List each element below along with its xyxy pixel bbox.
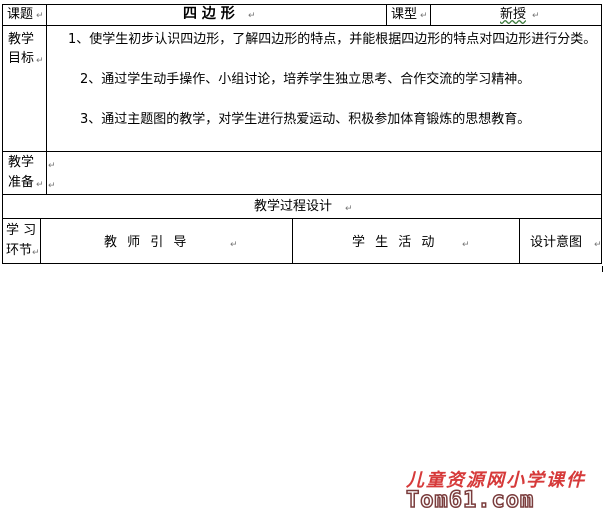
col-stage-1: 学 习: [6, 223, 37, 238]
type-label: 课型: [391, 7, 418, 22]
col-teacher: 教 师 引 导: [104, 235, 190, 250]
objective-item-3: 3、通过主题图的教学，对学生进行热爱运动、积极参加体育锻炼的思想教育。: [80, 112, 531, 127]
preparation-label-1: 教学: [8, 155, 35, 170]
objectives-label-2: 目标: [8, 51, 35, 66]
preparation-label-2: 准备: [8, 175, 35, 190]
col-student: 学 生 活 动: [352, 235, 438, 250]
process-header-row: [2, 218, 602, 264]
col-intent: 设计意图: [530, 235, 583, 250]
type-value: 新授: [500, 7, 527, 22]
objective-item-1: 1、使学生初步认识四边形，了解四边形的特点，并能根据四边形的特点对四边形进行分类…: [68, 32, 597, 47]
objective-item-2: 2、通过学生动手操作、小组讨论，培养学生独立思考、合作交流的学习精神。: [80, 72, 531, 87]
preparation-row: [2, 151, 602, 195]
topic-label: 课题: [7, 7, 34, 22]
objectives-label-1: 教学: [8, 32, 35, 47]
topic-title: 四 边 形: [183, 6, 235, 22]
col-stage-2: 环节: [6, 243, 33, 258]
process-title: 教学过程设计: [254, 199, 333, 214]
watermark-site-url: Tom61.com: [405, 487, 535, 514]
